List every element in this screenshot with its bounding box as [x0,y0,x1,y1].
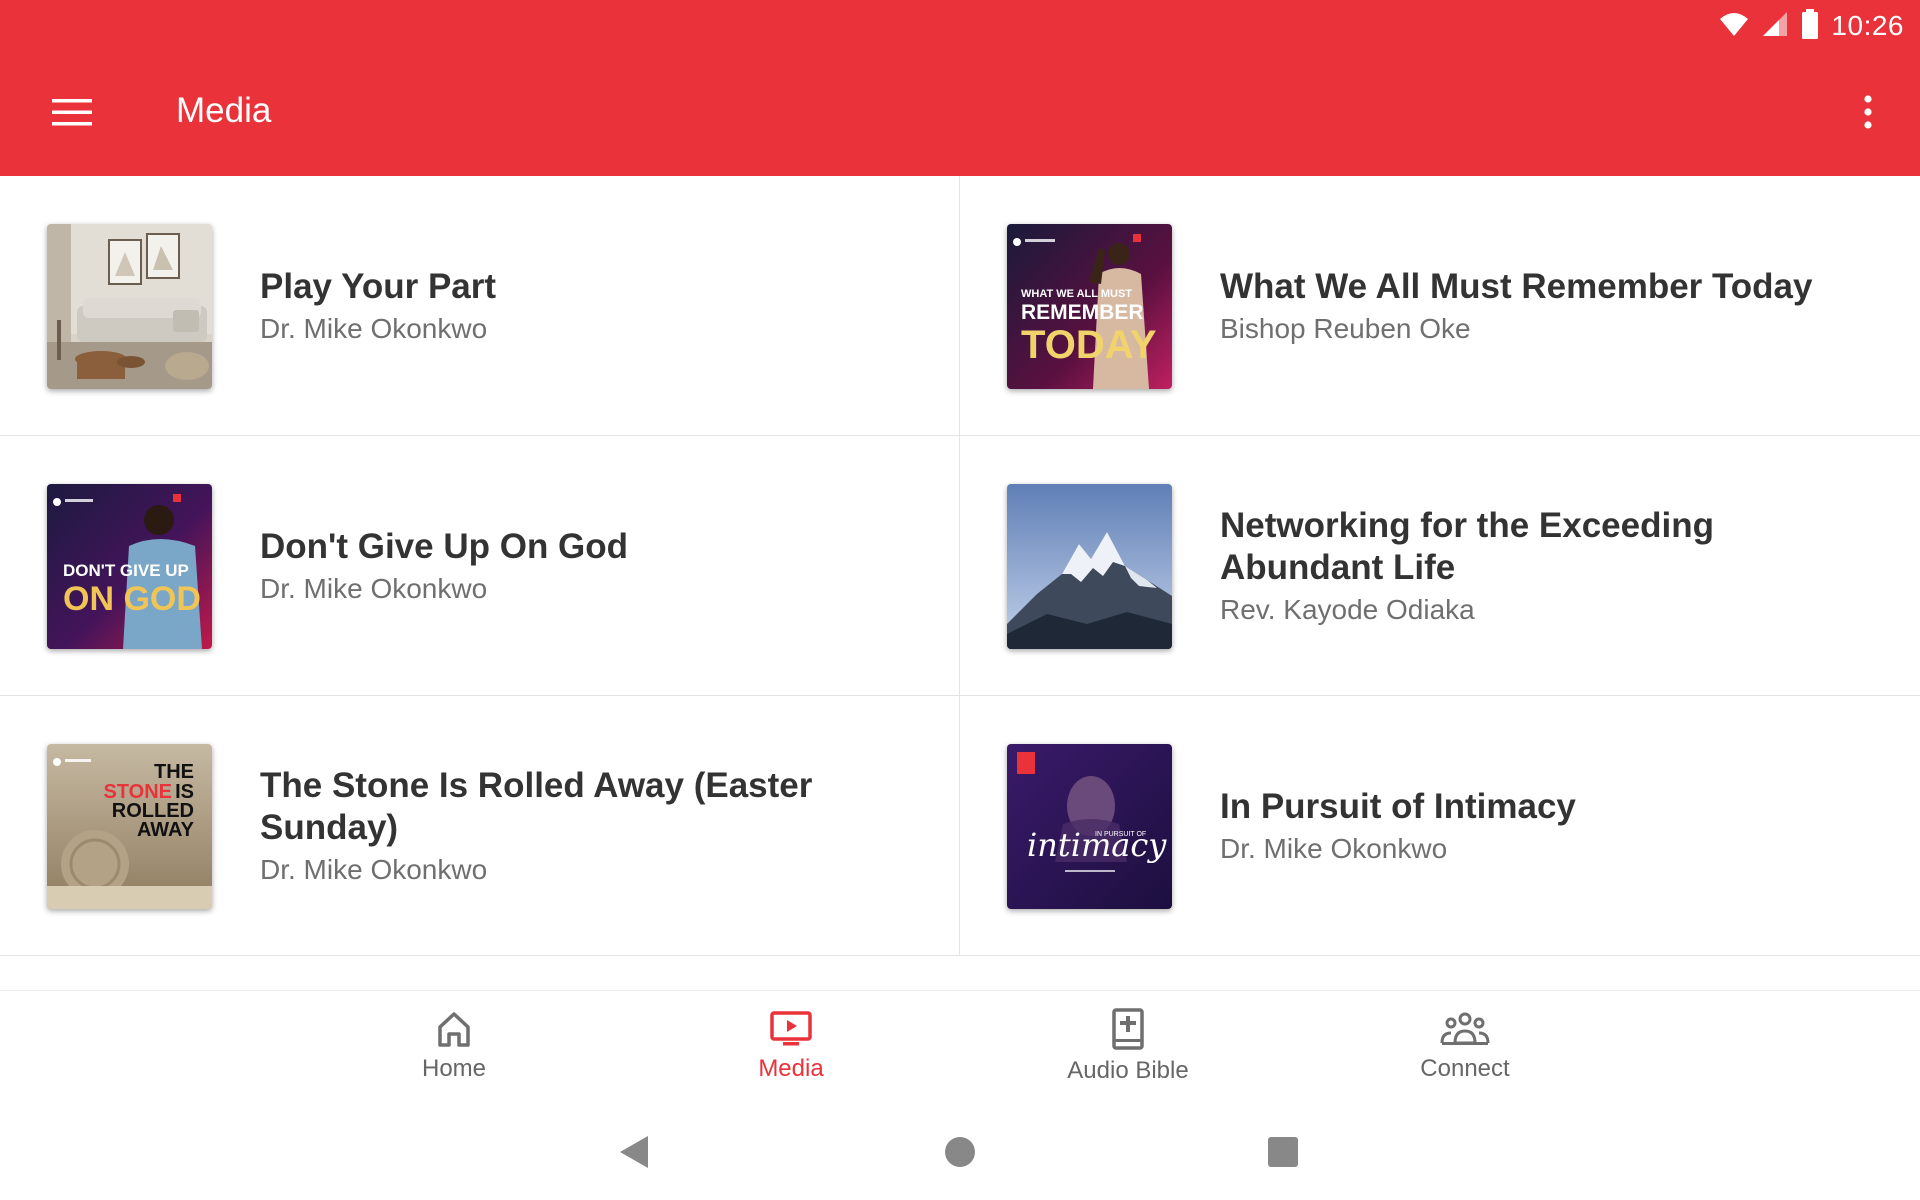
media-author: Dr. Mike Okonkwo [260,573,488,604]
system-home-button[interactable] [930,1124,990,1180]
menu-button[interactable] [40,88,104,136]
media-meta: Networking for the Exceeding Abundant Li… [1220,436,1880,696]
back-triangle-icon [620,1136,648,1168]
media-item[interactable]: DON'T GIVE UP ON GOD Don't Give Up On Go… [0,436,960,696]
nav-label-connect: Connect [1420,1055,1510,1082]
thumbnail-text-line-3: TODAY [1021,323,1157,367]
media-title: In Pursuit of Intimacy [1220,787,1576,826]
media-author: Bishop Reuben Oke [1220,313,1471,344]
overflow-menu-button[interactable] [1848,88,1888,136]
audio-bible-icon [1112,1008,1144,1050]
nav-item-home[interactable]: Home [344,991,564,1101]
media-meta: The Stone Is Rolled Away (Easter Sunday)… [260,696,919,956]
media-item[interactable]: Play Your Part Dr. Mike Okonkwo [0,176,960,436]
media-item[interactable]: Networking for the Exceeding Abundant Li… [960,436,1920,696]
thumbnail-text-line-1: WHAT WE ALL MUST [1021,288,1132,300]
battery-icon [1801,8,1819,44]
app-root: 10:26 Media Play Your Part Dr. Mike Okon… [0,0,1920,1200]
dont-give-up-thumbnail-art: DON'T GIVE UP ON GOD [47,484,212,649]
nav-label-home: Home [421,1055,487,1082]
nav-item-media[interactable]: Media [681,991,901,1101]
media-meta: Don't Give Up On God Dr. Mike Okonkwo [260,436,919,696]
media-title: Don't Give Up On God [260,527,629,566]
nav-label-media: Media [758,1055,824,1082]
media-title: Networking for the Exceeding Abundant Li… [1220,506,1714,587]
media-title: The Stone Is Rolled Away (Easter Sunday) [260,766,813,847]
nav-item-connect[interactable]: Connect [1355,991,1575,1101]
system-back-button[interactable] [604,1124,664,1180]
stone-rolled-away-thumbnail-art: THE STONE IS ROLLED AWAY [47,744,212,909]
system-navigation-bar [0,1100,1920,1200]
media-thumbnail: DON'T GIVE UP ON GOD [47,484,212,649]
thumbnail-text-line-1: THE [154,761,194,783]
thumbnail-text-line-2: ON GOD [63,580,201,618]
living-room-thumbnail-art [47,224,212,389]
app-bar: 10:26 Media [0,0,1920,176]
status-time: 10:26 [1831,10,1904,41]
thumbnail-text-line-1: DON'T GIVE UP [63,561,189,580]
media-grid: Play Your Part Dr. Mike Okonkwo WHAT WE … [0,176,1920,956]
media-item[interactable]: IN PURSUIT OF intimacy In Pursuit of Int… [960,696,1920,956]
signal-icon [1761,10,1789,43]
home-icon [438,1012,470,1047]
hamburger-menu-icon [52,99,92,126]
bottom-navigation: Home Media Audio Bible Connect [0,990,1920,1100]
mountain-thumbnail-art [1007,484,1172,649]
media-title: What We All Must Remember Today [1220,267,1813,306]
media-item[interactable]: THE STONE IS ROLLED AWAY The Stone Is Ro… [0,696,960,956]
media-author: Rev. Kayode Odiaka [1220,594,1475,625]
media-meta: In Pursuit of Intimacy Dr. Mike Okonkwo [1220,696,1880,956]
media-icon [770,1011,812,1046]
recents-square-icon [1268,1137,1298,1167]
intimacy-thumbnail-art: IN PURSUIT OF intimacy [1007,744,1172,909]
connect-icon [1440,1012,1490,1045]
system-recents-button[interactable] [1253,1124,1313,1180]
media-author: Dr. Mike Okonkwo [260,313,488,344]
media-title: Play Your Part [260,267,497,306]
remember-today-thumbnail-art: WHAT WE ALL MUST REMEMBER TODAY [1007,224,1172,389]
media-thumbnail: IN PURSUIT OF intimacy [1007,744,1172,909]
wifi-icon [1719,11,1749,42]
more-vertical-icon [1864,95,1872,129]
media-thumbnail: THE STONE IS ROLLED AWAY [47,744,212,909]
media-thumbnail: WHAT WE ALL MUST REMEMBER TODAY [1007,224,1172,389]
media-author: Dr. Mike Okonkwo [260,854,488,885]
nav-item-audio-bible[interactable]: Audio Bible [1018,991,1238,1101]
thumbnail-script-text: intimacy [1027,826,1167,864]
home-circle-icon [945,1137,975,1167]
media-item[interactable]: WHAT WE ALL MUST REMEMBER TODAY What We … [960,176,1920,436]
nav-label-audio-bible: Audio Bible [1067,1057,1189,1084]
media-meta: What We All Must Remember Today Bishop R… [1220,176,1880,436]
media-author: Dr. Mike Okonkwo [1220,833,1448,864]
media-thumbnail [1007,484,1172,649]
status-bar: 10:26 [1719,6,1904,46]
media-meta: Play Your Part Dr. Mike Okonkwo [260,176,919,436]
page-title: Media [176,91,272,130]
thumbnail-text-line-2: REMEMBER [1021,301,1144,324]
thumbnail-text-line-5: AWAY [137,819,195,841]
media-thumbnail [47,224,212,389]
